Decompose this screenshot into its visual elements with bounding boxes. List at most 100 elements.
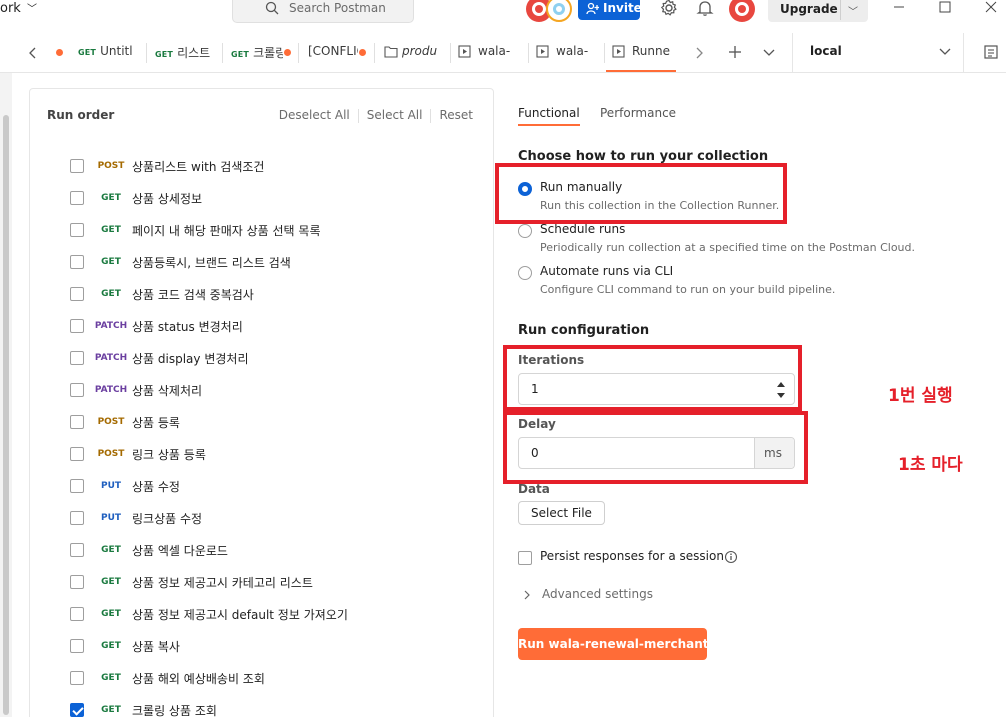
run-collection-button[interactable]: Run wala-renewal-merchant <box>518 628 709 660</box>
select-file-button[interactable]: Select File <box>518 501 605 525</box>
invite-button[interactable]: Invite <box>578 0 642 20</box>
list-item[interactable]: PUT 상품 수정 <box>70 475 490 507</box>
request-checkbox[interactable] <box>70 159 84 173</box>
list-item[interactable]: PUT 링크상품 수정 <box>70 507 490 539</box>
tab-runner-active[interactable]: Runne <box>606 33 676 72</box>
delay-input[interactable]: 0 ms <box>518 437 795 469</box>
user-avatar-icon[interactable] <box>729 0 755 22</box>
upgrade-button[interactable]: Upgrade ﹀ <box>768 0 868 22</box>
chevron-left-icon[interactable] <box>28 47 38 59</box>
title-bar: ork ﹀ Search Postman Invite Upgrade ﹀ <box>0 0 1006 27</box>
request-checkbox[interactable] <box>70 255 84 269</box>
list-item[interactable]: POST 상품 등록 <box>70 411 490 443</box>
reset-button[interactable]: Reset <box>439 108 473 122</box>
request-checkbox[interactable] <box>70 383 84 397</box>
request-checkbox[interactable] <box>70 703 84 717</box>
tab-label: produ <box>402 44 438 58</box>
select-all-button[interactable]: Select All <box>367 108 423 122</box>
iterations-label: Iterations <box>518 353 585 367</box>
list-item[interactable]: GET 크롤링 상품 조회 <box>70 699 490 717</box>
list-item[interactable]: PATCH 상품 status 변경처리 <box>70 315 490 347</box>
delay-value: 0 <box>531 446 539 460</box>
iterations-input[interactable]: 1 <box>518 373 795 405</box>
environment-quick-look-icon[interactable] <box>983 44 999 60</box>
plus-icon[interactable] <box>728 45 742 59</box>
tab-conflict[interactable]: [CONFLIC <box>300 33 358 72</box>
request-checkbox[interactable] <box>70 319 84 333</box>
list-item[interactable]: GET 상품 상세정보 <box>70 187 490 219</box>
persist-checkbox[interactable] <box>518 551 532 565</box>
scrollbar-thumb[interactable] <box>3 115 9 715</box>
advanced-settings-toggle[interactable]: Advanced settings <box>522 586 722 606</box>
request-name: 상품 삭제처리 <box>132 384 203 398</box>
request-checkbox[interactable] <box>70 639 84 653</box>
list-item[interactable]: POST 링크 상품 등록 <box>70 443 490 475</box>
request-name: 상품 복사 <box>132 640 180 654</box>
chevron-down-icon[interactable] <box>763 48 775 57</box>
list-item[interactable]: GET 페이지 내 해당 판매자 상품 선택 목록 <box>70 219 490 251</box>
tab-folder[interactable]: produ <box>378 33 446 72</box>
list-item[interactable]: GET 상품 정보 제공고시 default 정보 가져오기 <box>70 603 490 635</box>
list-item[interactable]: GET 상품 엑셀 다운로드 <box>70 539 490 571</box>
info-icon[interactable] <box>724 550 738 564</box>
bell-icon[interactable] <box>696 0 714 17</box>
tab-method: GET <box>155 50 174 59</box>
persist-responses-option[interactable]: Persist responses for a session <box>518 548 818 568</box>
request-checkbox[interactable] <box>70 351 84 365</box>
minimize-icon[interactable] <box>892 0 906 14</box>
automate-cli-option[interactable]: Automate runs via CLI Configure CLI comm… <box>518 263 988 299</box>
request-checkbox[interactable] <box>70 511 84 525</box>
divider <box>604 43 605 63</box>
tab-functional[interactable]: Functional <box>518 106 580 126</box>
request-checkbox[interactable] <box>70 191 84 205</box>
request-checkbox[interactable] <box>70 415 84 429</box>
tab-runner[interactable]: wala- <box>530 33 600 72</box>
radio-automate-cli[interactable] <box>518 266 532 280</box>
request-checkbox[interactable] <box>70 479 84 493</box>
list-item[interactable]: PATCH 상품 삭제처리 <box>70 379 490 411</box>
upgrade-label: Upgrade <box>780 2 838 16</box>
list-item[interactable]: GET 상품 정보 제공고시 카테고리 리스트 <box>70 571 490 603</box>
request-method: POST <box>97 161 125 171</box>
list-item[interactable]: GET 상품 복사 <box>70 635 490 667</box>
request-checkbox[interactable] <box>70 543 84 557</box>
tab-request[interactable]: GET 크롤링 <box>223 33 283 72</box>
option-label: Schedule runs <box>540 222 626 236</box>
scrollbar[interactable] <box>0 73 12 717</box>
request-name: 링크상품 수정 <box>132 512 203 526</box>
request-checkbox[interactable] <box>70 447 84 461</box>
radio-schedule-runs[interactable] <box>518 224 532 238</box>
tab-performance[interactable]: Performance <box>600 106 676 120</box>
deselect-all-button[interactable]: Deselect All <box>279 108 350 122</box>
maximize-icon[interactable] <box>938 0 952 14</box>
annotation-text-iterations: 1번 실행 <box>888 386 953 406</box>
tab-label: Untitl <box>100 44 133 58</box>
request-checkbox[interactable] <box>70 223 84 237</box>
list-item[interactable]: GET 상품 코드 검색 중복검사 <box>70 283 490 315</box>
request-method: GET <box>101 289 121 299</box>
tab-runner[interactable]: wala- <box>452 33 522 72</box>
team-avatar-icon[interactable] <box>546 0 572 22</box>
workspace-menu[interactable]: ork ﹀ <box>0 0 37 16</box>
stepper-arrows-icon[interactable] <box>776 378 786 402</box>
list-item[interactable]: PATCH 상품 display 변경처리 <box>70 347 490 379</box>
radio-run-manually[interactable] <box>518 182 532 196</box>
request-checkbox[interactable] <box>70 671 84 685</box>
close-icon[interactable] <box>984 0 998 14</box>
request-method: GET <box>101 257 121 267</box>
request-checkbox[interactable] <box>70 607 84 621</box>
run-manually-option[interactable]: Run manually Run this collection in the … <box>518 179 988 215</box>
list-item[interactable]: POST 상품리스트 with 검색조건 <box>70 155 490 187</box>
list-item[interactable]: GET 상품 해외 예상배송비 조회 <box>70 667 490 699</box>
tab-request[interactable]: GET 리스트 <box>147 33 217 72</box>
search-box[interactable]: Search Postman <box>232 0 414 23</box>
environment-selector[interactable]: local <box>792 33 964 72</box>
tab-request[interactable]: GET Untitl <box>70 33 140 72</box>
schedule-runs-option[interactable]: Schedule runs Periodically run collectio… <box>518 221 988 257</box>
request-checkbox[interactable] <box>70 575 84 589</box>
request-checkbox[interactable] <box>70 287 84 301</box>
chevron-down-icon[interactable]: ﹀ <box>848 3 858 18</box>
list-item[interactable]: GET 상품등록시, 브랜드 리스트 검색 <box>70 251 490 283</box>
chevron-right-icon[interactable] <box>694 47 704 59</box>
gear-icon[interactable] <box>660 0 678 17</box>
